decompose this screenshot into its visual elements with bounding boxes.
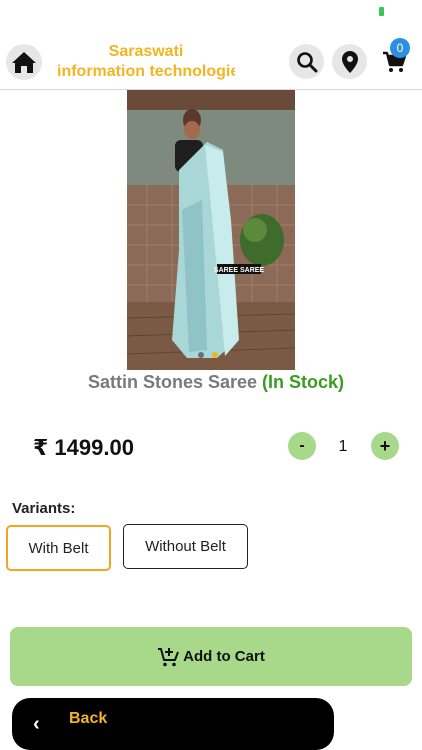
location-button[interactable] xyxy=(332,44,367,79)
variant-without-belt[interactable]: Without Belt xyxy=(123,524,248,569)
quantity-value: 1 xyxy=(338,438,348,455)
home-icon xyxy=(12,52,36,73)
status-bar xyxy=(0,0,422,24)
quantity-increase-button[interactable]: + xyxy=(371,432,399,460)
image-pager[interactable] xyxy=(198,352,218,358)
battery-icon xyxy=(379,7,384,16)
chevron-left-icon: ‹ xyxy=(33,713,40,735)
product-image[interactable]: SAREE SAREE xyxy=(127,90,295,370)
quantity-decrease-button[interactable]: - xyxy=(288,432,316,460)
app-header: Saraswati information technologies xyxy=(0,24,422,90)
add-to-cart-label: Add to Cart xyxy=(183,648,265,665)
pager-dot-2[interactable] xyxy=(212,352,218,358)
variant-with-belt[interactable]: With Belt xyxy=(6,525,111,571)
cart-count-badge: 0 xyxy=(390,38,410,58)
product-title: Sattin Stones Saree (In Stock) xyxy=(0,372,422,393)
add-to-cart-button[interactable]: Add to Cart xyxy=(10,627,412,686)
brand-name: Saraswati information technologies xyxy=(57,42,235,86)
search-button[interactable] xyxy=(289,44,324,79)
product-price: ₹ 1499.00 xyxy=(33,435,134,460)
brand-line-2: information technologies xyxy=(57,63,235,80)
back-button[interactable] xyxy=(12,698,334,750)
image-caption: SAREE SAREE xyxy=(214,267,265,274)
product-photo: SAREE SAREE xyxy=(127,90,295,370)
back-label: Back xyxy=(69,710,108,727)
search-icon xyxy=(296,51,317,72)
brand-line-1: Saraswati xyxy=(108,43,184,60)
pager-dot-1[interactable] xyxy=(198,352,204,358)
home-button[interactable] xyxy=(6,44,42,80)
variants-label: Variants: xyxy=(12,500,76,517)
stock-status: (In Stock) xyxy=(262,372,345,392)
add-cart-icon xyxy=(158,647,180,666)
product-name: Sattin Stones Saree xyxy=(87,372,258,392)
location-pin-icon xyxy=(341,50,358,73)
